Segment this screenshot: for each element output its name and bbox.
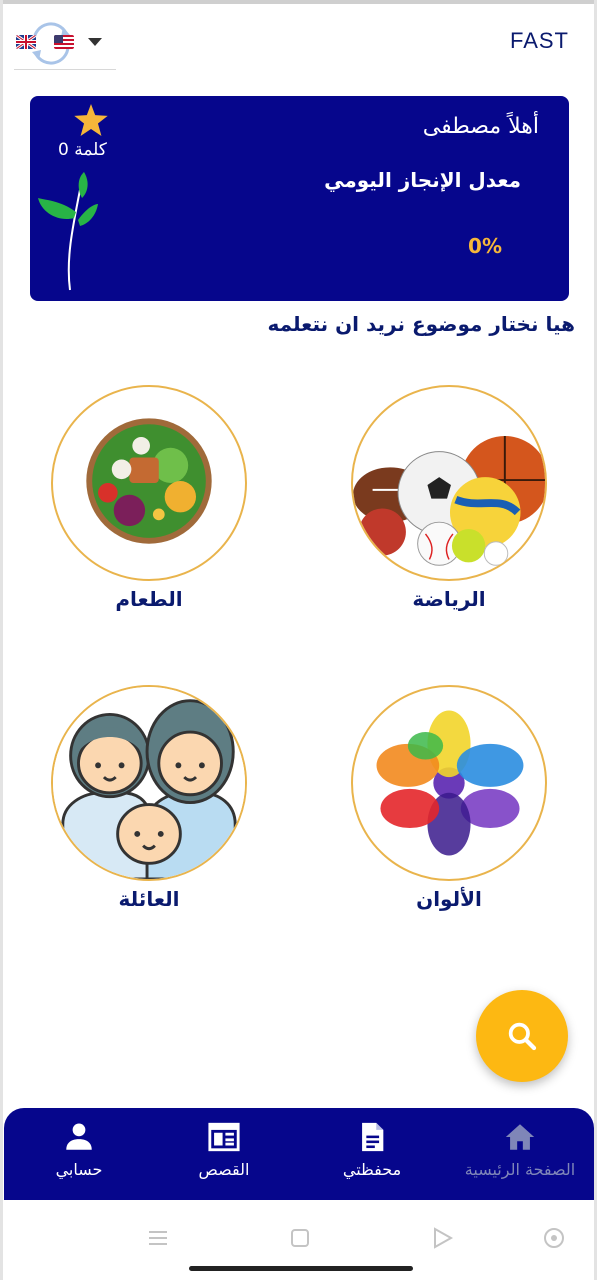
back-triangle-icon[interactable] xyxy=(430,1226,454,1250)
nav-home[interactable]: الصفحة الرئيسية xyxy=(450,1120,590,1179)
topic-sports[interactable]: الرياضة xyxy=(351,385,547,611)
system-navigation xyxy=(3,1200,594,1280)
home-indicator[interactable] xyxy=(189,1266,413,1271)
person-icon xyxy=(66,1123,92,1150)
uk-flag-icon xyxy=(16,35,36,49)
document-icon xyxy=(362,1122,384,1152)
nav-stories[interactable]: القصص xyxy=(154,1120,294,1179)
topic-label: الرياضة xyxy=(412,587,486,611)
greeting-text: أهلاً مصطفى xyxy=(422,114,539,139)
welcome-card: أهلاً مصطفى معدل الإنجاز اليومي 0% كلمة … xyxy=(30,96,569,301)
topic-label: العائلة xyxy=(118,887,180,911)
topic-label: الألوان xyxy=(416,887,482,911)
caret-down-icon[interactable] xyxy=(88,38,102,46)
sports-balls-image[interactable] xyxy=(351,385,547,581)
choose-topic-prompt: هيا نختار موضوع نريد ان نتعلمه xyxy=(267,312,575,336)
topic-colors[interactable]: الألوان xyxy=(351,685,547,911)
home-icon xyxy=(505,1124,535,1150)
newspaper-icon xyxy=(208,1122,240,1152)
search-button[interactable] xyxy=(476,990,568,1082)
us-flag-icon xyxy=(54,35,74,49)
nav-label: محفظتي xyxy=(342,1160,402,1179)
target-icon[interactable] xyxy=(542,1226,566,1250)
nav-wallet[interactable]: محفظتي xyxy=(302,1120,442,1179)
square-icon[interactable] xyxy=(288,1226,312,1250)
topic-food[interactable]: الطعام xyxy=(51,385,247,611)
daily-rate-label: معدل الإنجاز اليومي xyxy=(324,168,521,192)
frame-edge-left xyxy=(0,0,3,1280)
food-bowl-image[interactable] xyxy=(51,385,247,581)
search-icon xyxy=(508,1022,537,1051)
nav-label: القصص xyxy=(198,1160,250,1179)
plant-icon xyxy=(38,172,98,291)
menu-icon[interactable] xyxy=(146,1226,170,1250)
daily-rate-value: 0% xyxy=(468,234,502,258)
topic-family[interactable]: العائلة xyxy=(51,685,247,911)
app-brand: FAST xyxy=(509,28,569,53)
bottom-navigation: حسابي القصص محفظتي الصفحة الرئيسية xyxy=(4,1108,594,1200)
status-strip xyxy=(0,0,597,4)
star-icon xyxy=(74,104,108,136)
language-selector[interactable] xyxy=(14,18,116,70)
nav-account[interactable]: حسابي xyxy=(9,1120,149,1179)
family-image[interactable] xyxy=(51,685,247,881)
nav-label: حسابي xyxy=(55,1160,103,1179)
topic-label: الطعام xyxy=(115,587,183,611)
words-count: كلمة 0 xyxy=(58,140,107,160)
color-powder-image[interactable] xyxy=(351,685,547,881)
nav-label: الصفحة الرئيسية xyxy=(464,1160,576,1179)
